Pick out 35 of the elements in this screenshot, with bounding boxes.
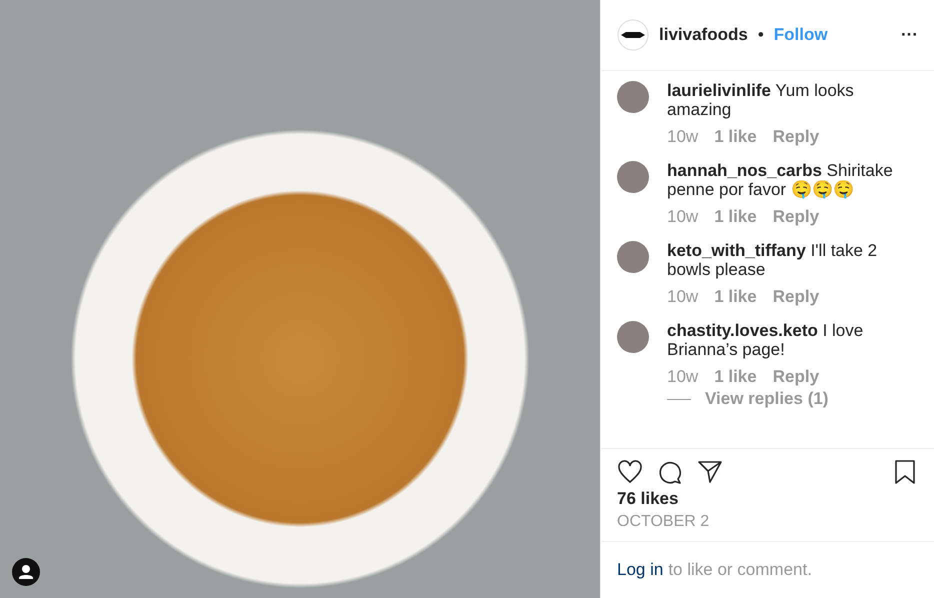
comment-text: keto_with_tiffany I'll take 2 bowls please [667, 241, 878, 279]
comment-time: 10w [667, 127, 698, 147]
reply-button[interactable]: Reply [772, 127, 820, 147]
brand-logo-icon[interactable] [617, 19, 649, 51]
comment-icon[interactable] [657, 459, 683, 485]
more-options-button[interactable]: ··· [901, 25, 918, 45]
comment-time: 10w [667, 207, 698, 227]
likes-count[interactable]: 76 likes [617, 489, 918, 509]
post-date: OCTOBER 2 [617, 513, 710, 532]
bookmark-icon[interactable] [892, 459, 918, 485]
avatar[interactable] [617, 321, 649, 353]
comment-text: laurielivinlife Yum looks amazing [667, 81, 855, 119]
reply-button[interactable]: Reply [772, 287, 820, 307]
comment-text: chastity.loves.keto I love Brianna’s page! [667, 321, 864, 359]
comment-text: hannah_nos_carbs Shiritake penne por favor 🤤🤤🤤 [667, 161, 894, 199]
view-replies-button[interactable]: View replies (1) [705, 389, 828, 409]
likes-count-link[interactable]: 1 like [714, 127, 757, 147]
avatar[interactable] [617, 241, 649, 273]
reply-button[interactable]: Reply [772, 367, 820, 387]
avatar[interactable] [617, 161, 649, 193]
comment-time: 10w [667, 367, 698, 387]
separator-dot: • [758, 25, 764, 45]
login-prompt-text: to like or comment. [668, 560, 812, 580]
heart-icon[interactable] [617, 459, 643, 485]
login-link[interactable]: Log in [617, 560, 664, 580]
reply-button[interactable]: Reply [772, 207, 820, 227]
user-icon[interactable] [12, 558, 40, 586]
avatar[interactable] [617, 81, 649, 113]
comment-time: 10w [667, 287, 698, 307]
likes-count-link[interactable]: 1 like [714, 207, 757, 227]
username[interactable]: livivafoods [659, 25, 748, 45]
likes-count-link[interactable]: 1 like [714, 367, 757, 387]
share-icon[interactable] [697, 459, 723, 485]
likes-count-link[interactable]: 1 like [714, 287, 757, 307]
follow-button[interactable]: Follow [774, 25, 828, 45]
